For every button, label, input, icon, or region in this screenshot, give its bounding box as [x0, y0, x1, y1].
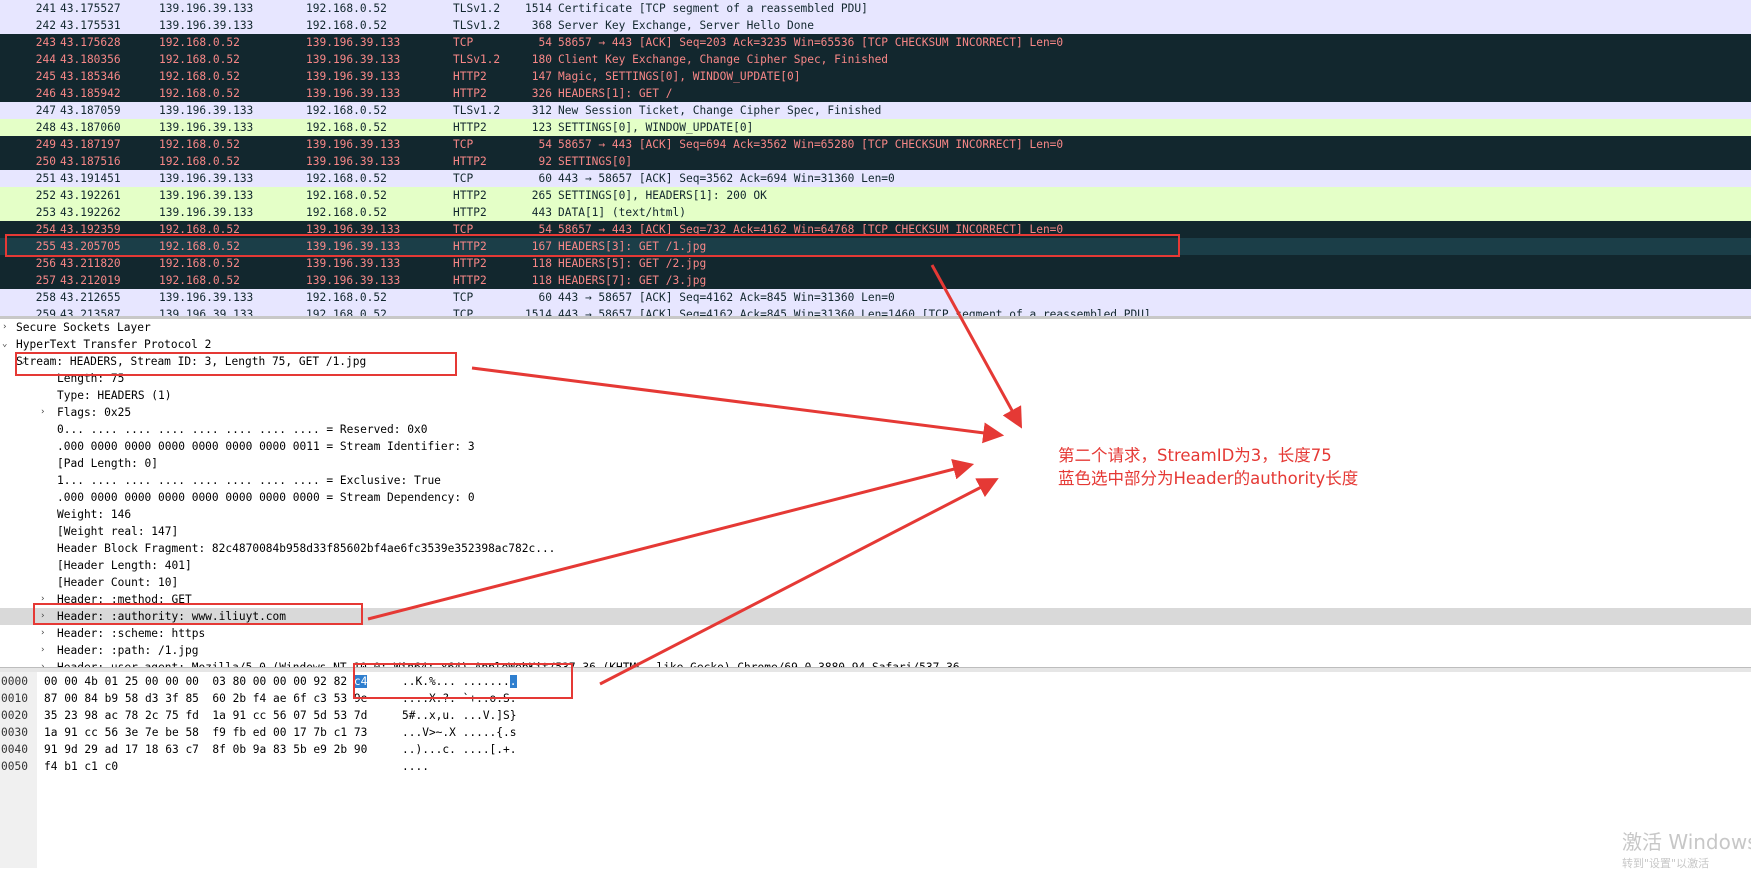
highlight-box-stream-header: [15, 352, 457, 376]
activation-watermark-sub: 转到"设置"以激活: [1622, 857, 1710, 870]
highlight-box-authority-header: [33, 603, 363, 625]
annotation-line-2: 蓝色选中部分为Header的authority长度: [1058, 469, 1359, 488]
annotation-arrows: [367, 264, 1023, 686]
annotation-text: 第二个请求，StreamID为3，长度75 蓝色选中部分为Header的autho…: [1058, 444, 1358, 490]
annotation-line-1: 第二个请求，StreamID为3，长度75: [1058, 446, 1332, 465]
highlight-box-selected-bytes: [353, 663, 573, 699]
activation-watermark: 激活 Windows: [1622, 830, 1751, 854]
arrow-from-packet-row: [930, 264, 1023, 429]
highlight-box-selected-packet: [5, 234, 1180, 257]
arrow-from-stream-header: [471, 366, 1005, 444]
arrow-from-authority-header: [367, 458, 975, 621]
